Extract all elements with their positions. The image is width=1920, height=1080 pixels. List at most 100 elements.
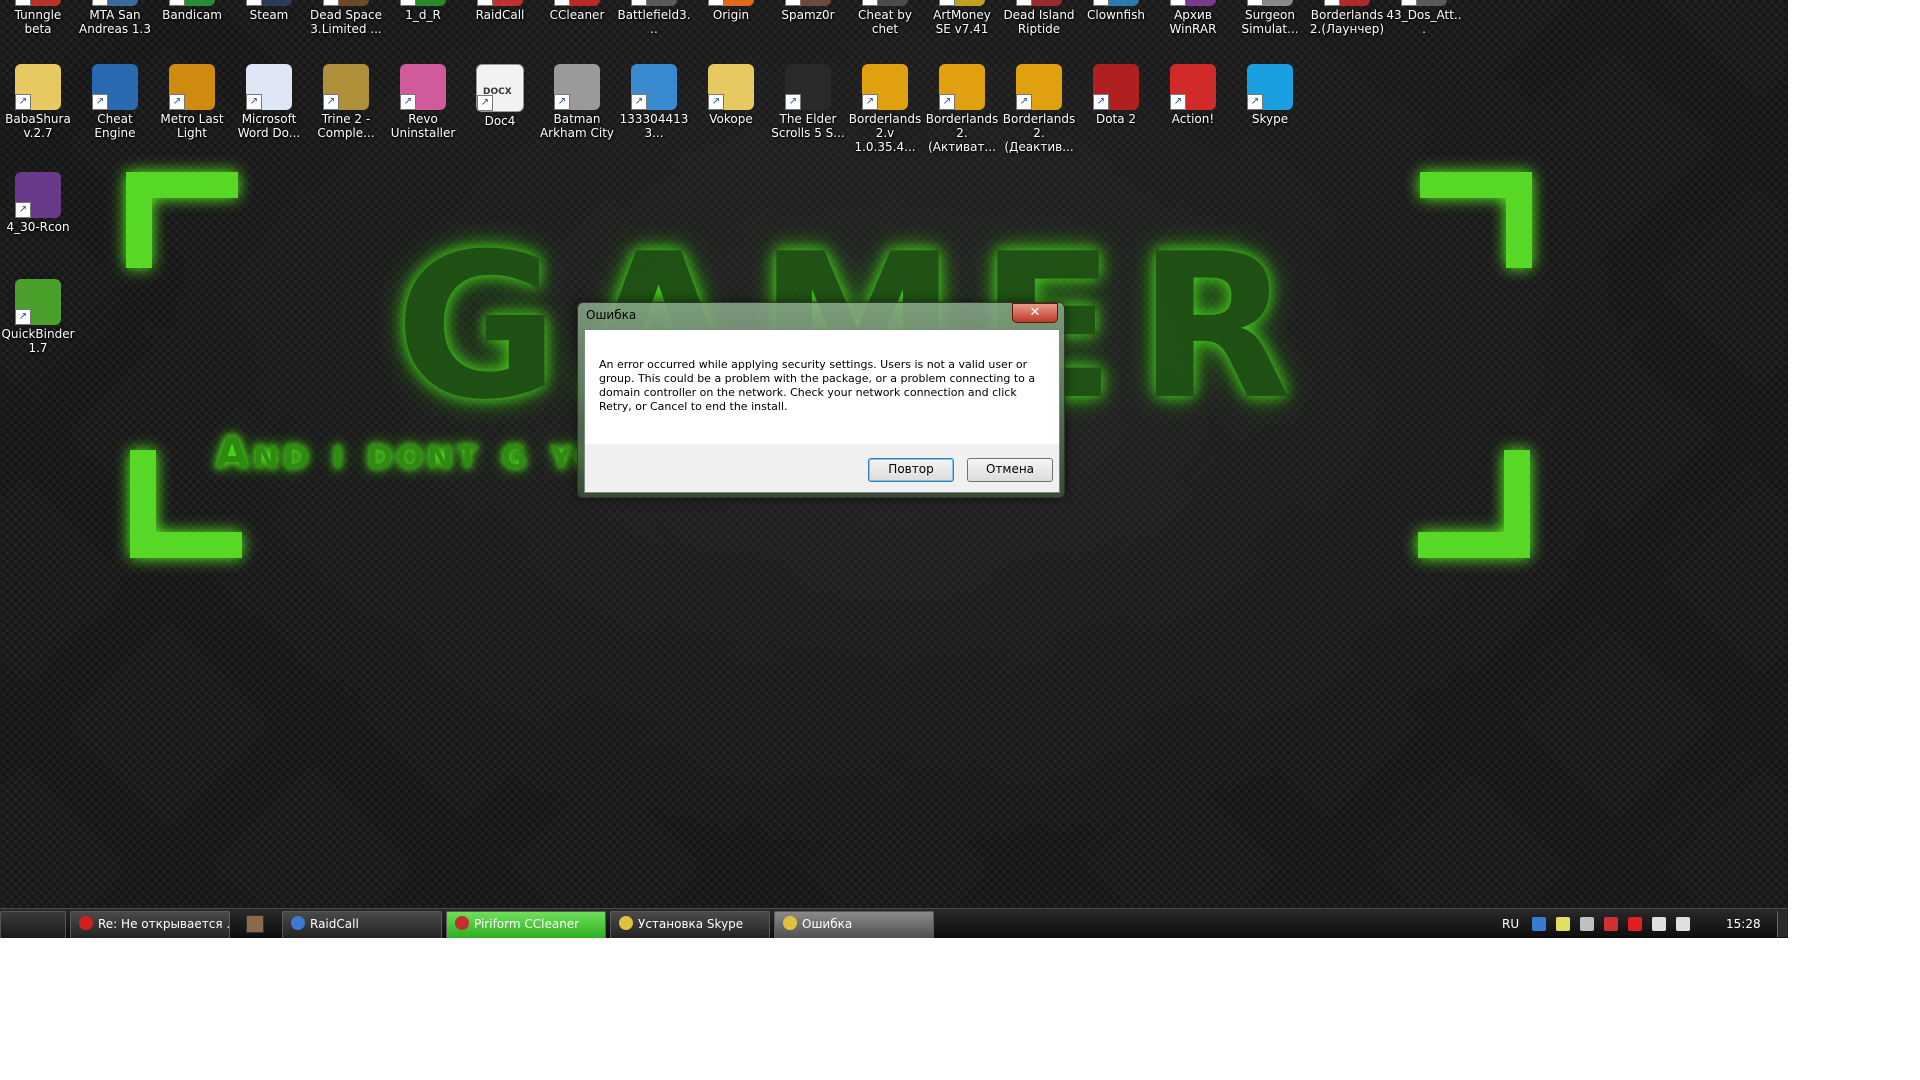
shortcut-arrow-icon: ↗ [246, 0, 262, 6]
desktop-icon[interactable]: ↗ Cheat by chet [847, 0, 923, 36]
desktop-icon[interactable]: ↗ Borderlands 2.(Деактив... [1001, 64, 1077, 154]
desktop-icon[interactable]: ↗ BabaShura v.2.7 [0, 64, 76, 140]
app-icon: ↗ [1170, 0, 1216, 6]
start-button[interactable] [0, 911, 66, 938]
retry-button[interactable]: Повтор [868, 458, 954, 482]
wallpaper-bracket-top-left [126, 172, 238, 268]
desktop-icon[interactable]: ↗ The Elder Scrolls 5 S... [770, 64, 846, 140]
desktop-icon[interactable]: ↗ Revo Uninstaller [385, 64, 461, 140]
wallpaper-bracket-bottom-right [1418, 450, 1530, 558]
taskbar-item-ccleaner[interactable]: Piriform CCleaner [446, 911, 606, 938]
app-icon: ↗ [631, 64, 677, 110]
ccleaner-icon [455, 916, 469, 930]
clock[interactable]: 15:28 [1726, 909, 1761, 938]
desktop-icon[interactable]: ↗ Action! [1155, 64, 1231, 126]
shortcut-arrow-icon: ↗ [708, 94, 724, 110]
desktop-icon-label: Metro Last Light [160, 112, 224, 140]
shortcut-arrow-icon: ↗ [15, 94, 31, 110]
speaker-muted-icon[interactable] [1604, 917, 1618, 931]
desktop-icon[interactable]: ↗ Trine 2 - Comple... [308, 64, 384, 140]
app-icon: ↗ [939, 0, 985, 6]
raidcall-icon [291, 916, 305, 930]
shortcut-arrow-icon: ↗ [92, 0, 108, 6]
network-tool-icon[interactable] [1580, 917, 1594, 931]
shortcut-arrow-icon: ↗ [92, 94, 108, 110]
desktop-icon-label: Doc4 [484, 114, 516, 128]
dialog-close-button[interactable]: ✕ [1012, 303, 1058, 323]
app-icon: ↗ [169, 0, 215, 6]
desktop-icon[interactable]: ↗ Clownfish [1078, 0, 1154, 22]
app-icon: ↗ [554, 64, 600, 110]
desktop-icon[interactable]: ↗ Battlefield3... [616, 0, 692, 36]
shortcut-arrow-icon: ↗ [246, 94, 262, 110]
taskbar-item-label: Установка Skype [638, 917, 744, 931]
opera-icon[interactable] [1628, 917, 1642, 931]
shortcut-arrow-icon: ↗ [169, 94, 185, 110]
desktop-icon[interactable]: ↗ Cheat Engine [77, 64, 153, 140]
app-icon: ↗ [785, 0, 831, 6]
desktop-icon[interactable]: ↗ CCleaner [539, 0, 615, 22]
desktop-icon[interactable]: ↗ Borderlands 2.v 1.0.35.4... [847, 64, 923, 154]
desktop-icon[interactable]: ↗ 1333044133... [616, 64, 692, 140]
desktop-icon-label: Bandicam [162, 8, 222, 22]
network-icon[interactable] [1652, 917, 1666, 931]
volume-icon[interactable] [1676, 917, 1690, 931]
installer-icon [783, 916, 797, 930]
app-icon: ↗ [92, 64, 138, 110]
desktop-icon[interactable]: ↗ Microsoft Word Do... [231, 64, 307, 140]
desktop-icon-label: Dead Space 3.Limited ... [310, 8, 382, 36]
desktop-icon[interactable]: ↗ Surgeon Simulat... [1232, 0, 1308, 36]
app-icon: ↗ [1093, 64, 1139, 110]
desktop-icon[interactable]: ↗ Spamz0r [770, 0, 846, 22]
desktop-icon-label: CCleaner [549, 8, 605, 22]
desktop-icon-label: Surgeon Simulat... [1241, 8, 1299, 36]
shortcut-arrow-icon: ↗ [323, 0, 339, 6]
desktop-icon[interactable]: ↗ Tunngle beta [0, 0, 76, 36]
desktop-icon[interactable]: ↗ 1_d_R [385, 0, 461, 22]
taskbar-item-skype-setup[interactable]: Установка Skype [610, 911, 770, 938]
taskbar-item-label: Re: Не открывается ... [98, 917, 230, 931]
cancel-button[interactable]: Отмена [967, 458, 1053, 482]
shortcut-arrow-icon: ↗ [939, 0, 955, 6]
desktop-icon-label: Cheat Engine [94, 112, 136, 140]
show-desktop-button[interactable] [1777, 911, 1788, 937]
opera-icon [79, 916, 93, 930]
desktop-icon[interactable]: ↗ Origin [693, 0, 769, 22]
desktop-icon[interactable]: ↗ Dead Island Riptide [1001, 0, 1077, 36]
desktop-icon[interactable]: ↗ 43_Dos_Att... [1386, 0, 1462, 36]
quick-launch-icon[interactable] [246, 915, 264, 933]
chat-icon[interactable] [1556, 917, 1570, 931]
app-icon: ↗ [246, 0, 292, 6]
desktop-icon[interactable]: ↗ 4_30-Rcon [0, 172, 76, 234]
app-icon: ↗ [708, 64, 754, 110]
desktop-icon[interactable]: ↗ MTA San Andreas 1.3 [77, 0, 153, 36]
dialog-title: Ошибка [586, 308, 637, 322]
desktop-icon[interactable]: ↗ Vokope [693, 64, 769, 126]
language-indicator[interactable]: RU [1502, 909, 1519, 938]
desktop-icon[interactable]: ↗ RaidCall [462, 0, 538, 22]
desktop-icon[interactable]: ↗ Borderlands 2.(Активат... [924, 64, 1000, 154]
desktop-icon[interactable]: ↗ QuickBinder 1.7 [0, 279, 76, 355]
desktop-icon[interactable]: ↗ Bandicam [154, 0, 230, 22]
desktop-icon[interactable]: ↗ Borderlands 2.(Лаунчер) [1309, 0, 1385, 36]
desktop-icon[interactable]: ↗ Dead Space 3.Limited ... [308, 0, 384, 36]
desktop-icon[interactable]: ↗ Архив WinRAR [1155, 0, 1231, 36]
desktop-icon-label: Clownfish [1087, 8, 1145, 22]
taskbar-item-forum[interactable]: Re: Не открывается ... [70, 911, 230, 938]
shortcut-arrow-icon: ↗ [862, 94, 878, 110]
desktop-icon[interactable]: DOCX ↗ Doc4 [462, 64, 538, 128]
desktop-screen: GAMER And i dont g your opinion. ↗Tunngl… [0, 0, 1788, 938]
taskbar-item-raidcall[interactable]: RaidCall [282, 911, 442, 938]
taskbar-item-error[interactable]: Ошибка [774, 911, 934, 938]
raidcall-icon[interactable] [1532, 917, 1546, 931]
desktop-icon[interactable]: ↗ ArtMoney SE v7.41 [924, 0, 1000, 36]
desktop-icon[interactable]: ↗ Steam [231, 0, 307, 22]
desktop-icon[interactable]: ↗ Batman Arkham City [539, 64, 615, 140]
app-icon: ↗ [1016, 64, 1062, 110]
shortcut-arrow-icon: ↗ [1324, 0, 1340, 6]
desktop-icon[interactable]: ↗ Dota 2 [1078, 64, 1154, 126]
desktop-icon[interactable]: ↗ Skype [1232, 64, 1308, 126]
app-icon: ↗ [554, 0, 600, 6]
app-icon: ↗ [323, 0, 369, 6]
desktop-icon[interactable]: ↗ Metro Last Light [154, 64, 230, 140]
